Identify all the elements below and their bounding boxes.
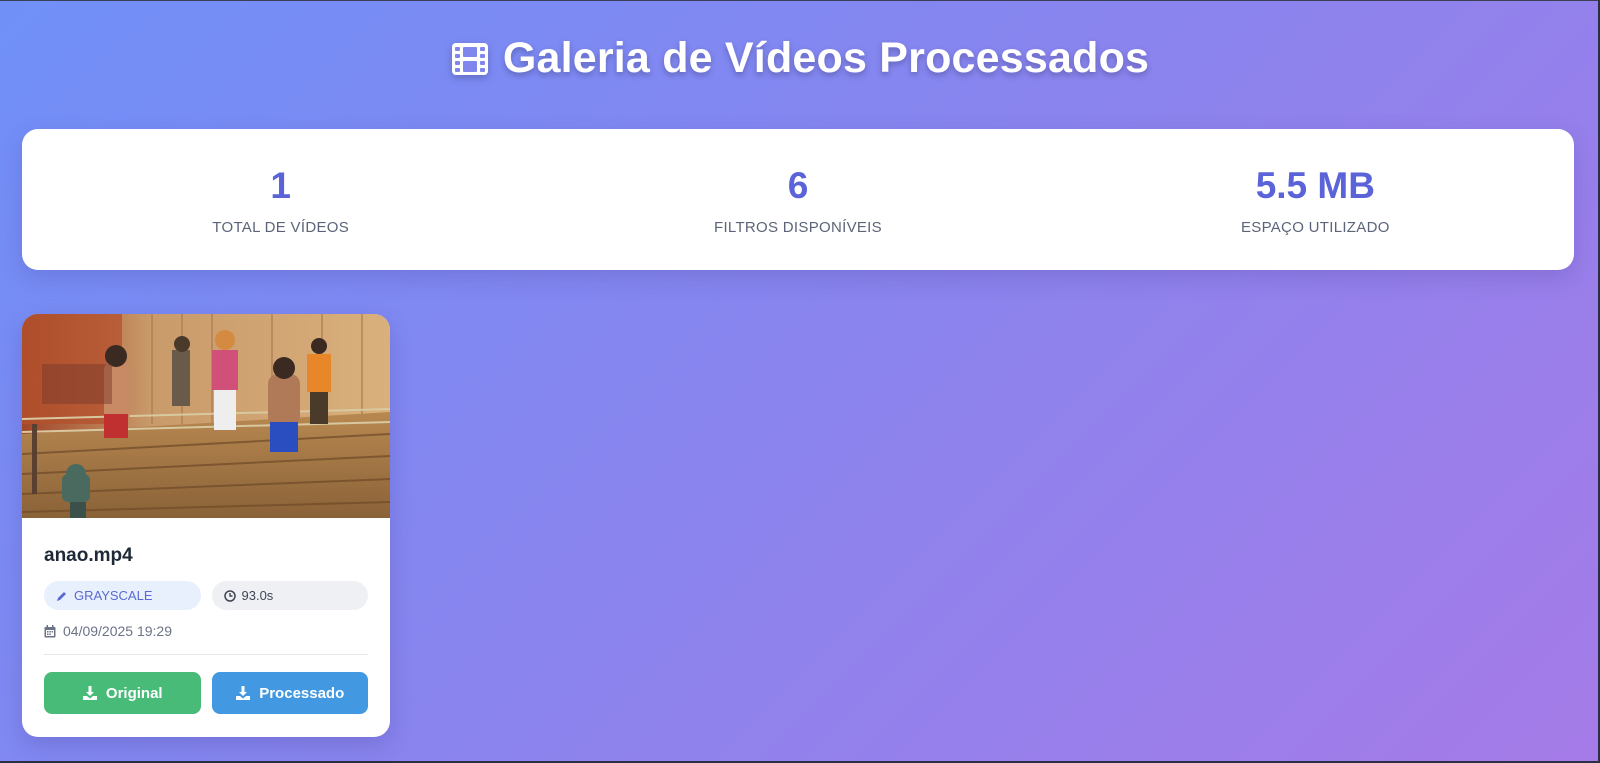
film-icon xyxy=(451,42,489,76)
stat-space-used: 5.5 MB ESPAÇO UTILIZADO xyxy=(1057,129,1574,270)
calendar-icon xyxy=(44,624,56,638)
date-label: 04/09/2025 19:29 xyxy=(63,623,172,639)
video-thumbnail[interactable] xyxy=(22,314,390,518)
duration-label: 93.0s xyxy=(241,588,274,603)
filter-label: GRAYSCALE xyxy=(74,588,153,603)
divider xyxy=(44,654,368,655)
download-original-label: Original xyxy=(105,684,163,702)
pencil-icon xyxy=(56,590,68,602)
stat-value: 1 xyxy=(270,165,291,206)
stat-value: 5.5 MB xyxy=(1255,165,1375,206)
duration-badge: 93.0s xyxy=(211,581,368,610)
filter-badge: GRAYSCALE xyxy=(44,581,201,610)
download-processed-button[interactable]: Processado xyxy=(211,672,368,714)
download-icon xyxy=(82,685,98,701)
stat-label: FILTROS DISPONÍVEIS xyxy=(714,219,882,236)
stat-label: ESPAÇO UTILIZADO xyxy=(1240,219,1390,236)
stat-filters-available: 6 FILTROS DISPONÍVEIS xyxy=(539,129,1056,270)
download-icon xyxy=(235,685,251,701)
download-processed-label: Processado xyxy=(259,684,345,702)
clock-icon xyxy=(223,589,236,602)
page-title: Galeria de Vídeos Processados xyxy=(502,34,1150,82)
page-header: Galeria de Vídeos Processados xyxy=(0,34,1600,83)
video-file-name: anao.mp4 xyxy=(44,545,133,566)
stats-panel: 1 TOTAL DE VÍDEOS 6 FILTROS DISPONÍVEIS … xyxy=(22,129,1574,270)
video-card: anao.mp4 GRAYSCALE 93.0s 04/09/2025 19:2… xyxy=(22,314,390,737)
stat-label: TOTAL DE VÍDEOS xyxy=(212,219,350,236)
stat-value: 6 xyxy=(787,165,809,206)
upload-date: 04/09/2025 19:29 xyxy=(44,623,368,639)
download-original-button[interactable]: Original xyxy=(44,672,201,714)
stat-total-videos: 1 TOTAL DE VÍDEOS xyxy=(22,129,539,270)
